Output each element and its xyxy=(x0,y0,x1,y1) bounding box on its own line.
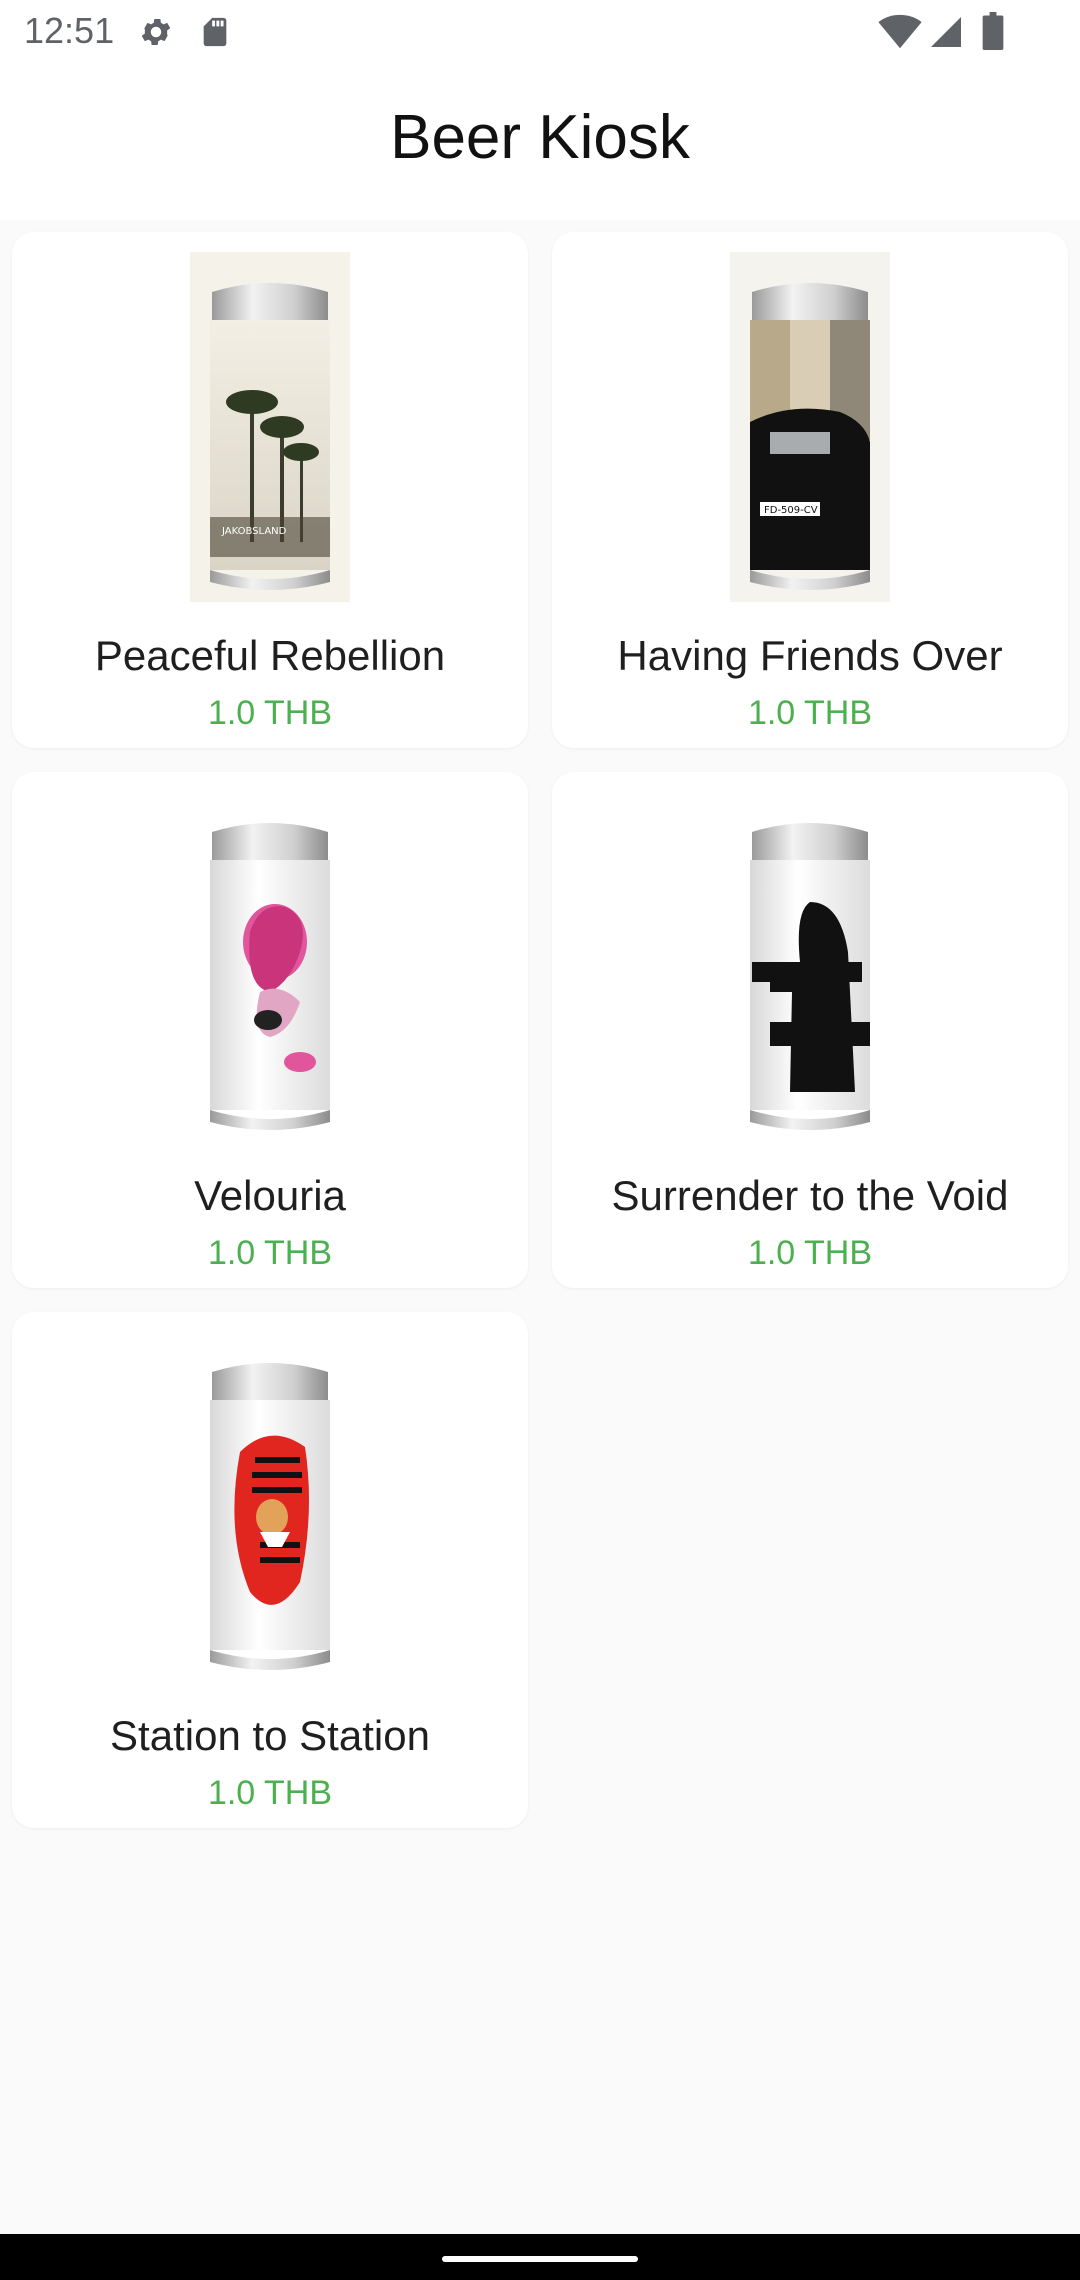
product-card[interactable]: Velouria 1.0 THB xyxy=(12,772,528,1288)
app-bar: Beer Kiosk xyxy=(0,66,1080,220)
product-price: 1.0 THB xyxy=(207,694,333,732)
product-name: Station to Station xyxy=(110,1712,430,1759)
signal-icon xyxy=(931,17,961,47)
battery-icon xyxy=(982,12,1004,50)
product-card[interactable]: JAKOBSLAND Peaceful Rebellion 1.0 THB xyxy=(12,232,528,748)
product-name: Velouria xyxy=(194,1172,346,1219)
product-image xyxy=(12,792,528,1142)
home-gesture-handle[interactable] xyxy=(442,2256,638,2262)
sd-card-icon xyxy=(203,17,227,47)
product-image: JAKOBSLAND xyxy=(12,252,528,602)
black-figure-can-image xyxy=(750,823,870,1130)
product-name: Surrender to the Void xyxy=(611,1172,1009,1219)
product-price: 1.0 THB xyxy=(747,694,873,732)
gear-icon xyxy=(141,18,171,46)
product-image: FD-509-CV xyxy=(552,252,1068,602)
svg-text:JAKOBSLAND: JAKOBSLAND xyxy=(221,526,287,537)
product-price: 1.0 THB xyxy=(207,1774,333,1812)
product-price: 1.0 THB xyxy=(207,1234,333,1272)
product-name: Having Friends Over xyxy=(617,632,1003,679)
status-bar: 12:51 xyxy=(0,0,1080,66)
product-image xyxy=(552,792,1068,1142)
product-card[interactable]: Surrender to the Void 1.0 THB xyxy=(552,772,1068,1288)
product-image xyxy=(12,1332,528,1682)
red-striped-face-can-image xyxy=(210,1363,330,1670)
product-name: Peaceful Rebellion xyxy=(94,632,446,679)
pink-collage-can-image xyxy=(210,823,330,1130)
black-car-can-image: FD-509-CV xyxy=(730,252,890,602)
product-card[interactable]: Station to Station 1.0 THB xyxy=(12,1312,528,1828)
navigation-bar xyxy=(0,2234,1080,2280)
product-price: 1.0 THB xyxy=(747,1234,873,1272)
product-card[interactable]: FD-509-CV Having Friends Over 1.0 THB xyxy=(552,232,1068,748)
status-time: 12:51 xyxy=(24,10,115,51)
page-title: Beer Kiosk xyxy=(390,103,690,172)
palm-trees-can-image: JAKOBSLAND xyxy=(190,252,350,602)
svg-text:FD-509-CV: FD-509-CV xyxy=(764,505,818,516)
wifi-icon xyxy=(878,14,922,49)
